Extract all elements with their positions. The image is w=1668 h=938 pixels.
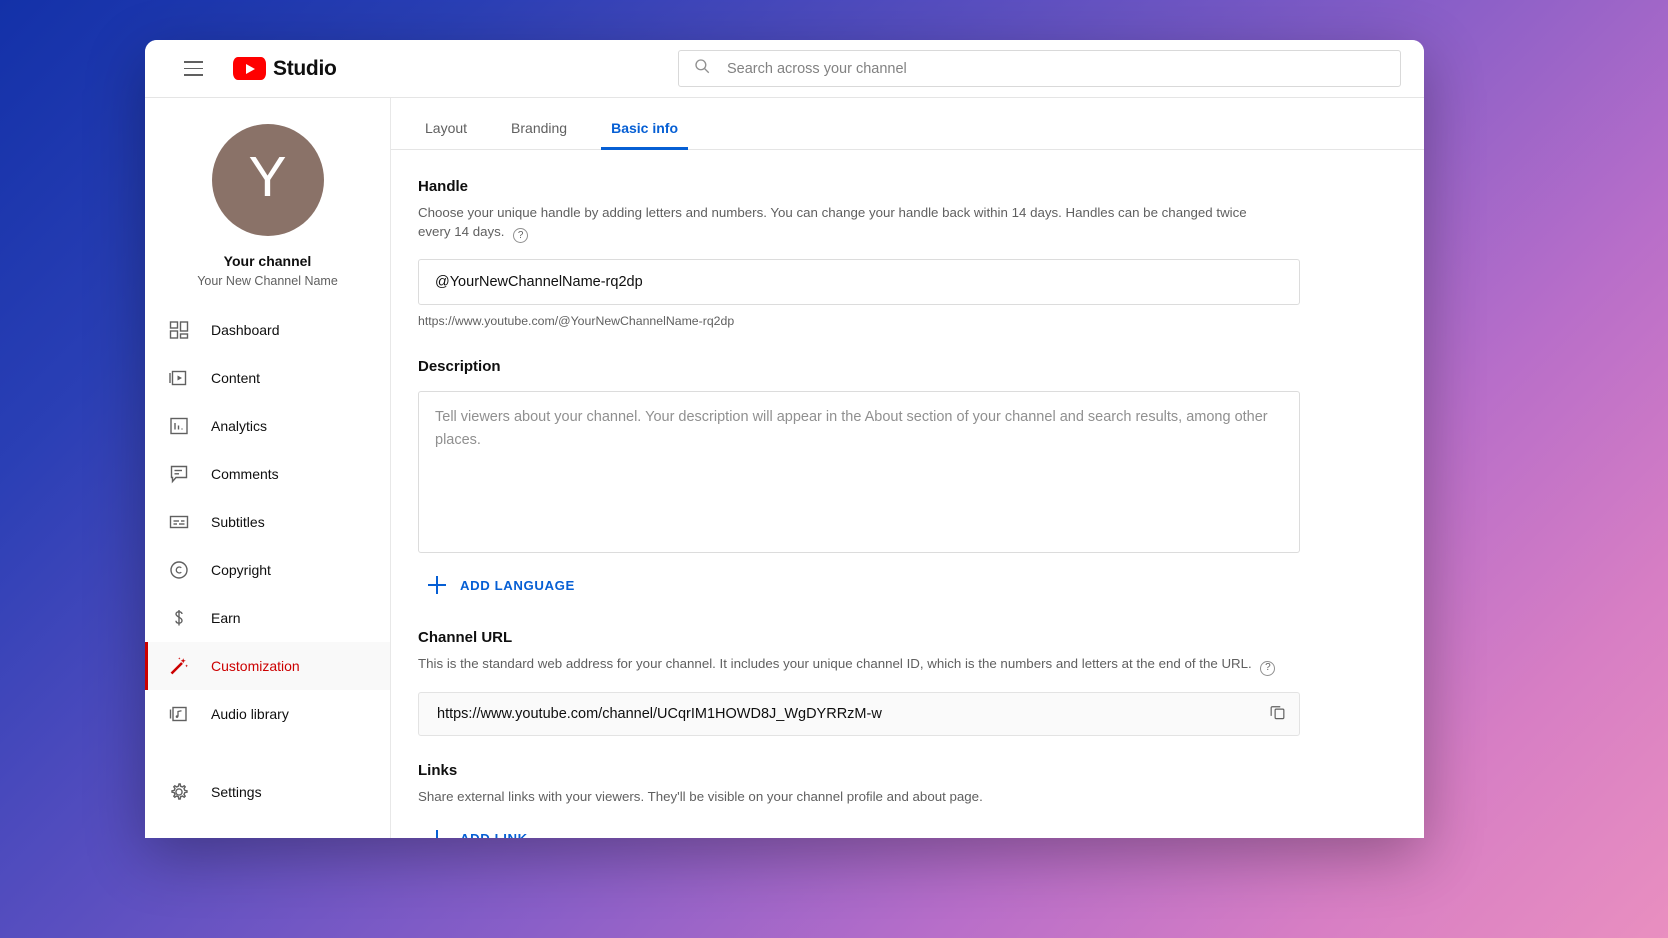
channel-title: Your channel	[224, 253, 312, 269]
tab-basic-info[interactable]: Basic info	[589, 120, 700, 149]
sidebar-item-label: Subtitles	[211, 515, 265, 529]
description-title: Description	[418, 358, 1300, 375]
handle-description: Choose your unique handle by adding lett…	[418, 204, 1280, 243]
audio-note-icon	[167, 702, 191, 726]
plus-icon	[428, 576, 446, 594]
help-question-icon[interactable]: ?	[1260, 661, 1275, 676]
description-field[interactable]	[418, 391, 1300, 553]
description-textarea[interactable]	[435, 406, 1283, 538]
sidebar-item-dashboard[interactable]: Dashboard	[145, 306, 390, 354]
channel-name: Your New Channel Name	[197, 274, 338, 288]
search-icon	[693, 57, 711, 80]
sidebar-item-label: Earn	[211, 611, 241, 625]
sidebar: Y Your channel Your New Channel Name Das…	[145, 98, 391, 838]
search-container	[678, 50, 1401, 87]
avatar[interactable]: Y	[212, 124, 324, 236]
dashboard-grid-icon	[167, 318, 191, 342]
add-link-button[interactable]: ADD LINK	[418, 821, 542, 838]
handle-field[interactable]	[418, 259, 1300, 305]
sidebar-item-settings[interactable]: Settings	[145, 768, 390, 816]
tab-layout[interactable]: Layout	[403, 120, 489, 149]
channel-url-title: Channel URL	[418, 629, 1300, 646]
help-question-icon[interactable]: ?	[513, 228, 528, 243]
comments-bubble-icon	[167, 462, 191, 486]
magic-wand-icon	[167, 654, 191, 678]
sidebar-item-label: Comments	[211, 467, 279, 481]
links-description: Share external links with your viewers. …	[418, 788, 1280, 807]
content-inner: Handle Choose your unique handle by addi…	[418, 178, 1300, 838]
add-language-button[interactable]: ADD LANGUAGE	[418, 567, 589, 603]
handle-input[interactable]	[435, 274, 1283, 290]
sidebar-item-comments[interactable]: Comments	[145, 450, 390, 498]
sidebar-item-label: Audio library	[211, 707, 289, 721]
add-language-label: ADD LANGUAGE	[460, 578, 575, 593]
sidebar-item-subtitles[interactable]: Subtitles	[145, 498, 390, 546]
channel-block: Y Your channel Your New Channel Name	[145, 124, 390, 306]
handle-description-text: Choose your unique handle by adding lett…	[418, 205, 1247, 239]
channel-url-value: https://www.youtube.com/channel/UCqrIM1H…	[437, 706, 1268, 722]
description-section: Description ADD LANGUAGE	[418, 358, 1300, 603]
plus-icon	[428, 830, 446, 838]
top-bar: Studio	[145, 40, 1424, 98]
main-panel: Layout Branding Basic info Handle Choose…	[391, 98, 1424, 838]
hamburger-menu-icon[interactable]	[173, 49, 213, 89]
channel-url-field[interactable]: https://www.youtube.com/channel/UCqrIM1H…	[418, 692, 1300, 736]
handle-url-preview: https://www.youtube.com/@YourNewChannelN…	[418, 314, 1300, 328]
sidebar-nav: Dashboard Content	[145, 306, 390, 738]
sidebar-item-label: Dashboard	[211, 323, 280, 337]
tab-branding[interactable]: Branding	[489, 120, 589, 149]
channel-url-description-text: This is the standard web address for you…	[418, 656, 1252, 671]
settings-content: Handle Choose your unique handle by addi…	[391, 150, 1424, 838]
links-section: Links Share external links with your vie…	[418, 762, 1300, 838]
handle-title: Handle	[418, 178, 1300, 195]
sidebar-item-audio-library[interactable]: Audio library	[145, 690, 390, 738]
add-link-label: ADD LINK	[460, 831, 528, 838]
search-input[interactable]	[727, 61, 1386, 77]
sidebar-item-label: Content	[211, 371, 260, 385]
content-video-icon	[167, 366, 191, 390]
sidebar-item-label: Customization	[211, 659, 300, 673]
copy-icon[interactable]	[1268, 702, 1287, 726]
tab-bar: Layout Branding Basic info	[391, 98, 1424, 150]
sidebar-item-earn[interactable]: Earn	[145, 594, 390, 642]
gear-icon	[167, 780, 191, 804]
sidebar-item-copyright[interactable]: Copyright	[145, 546, 390, 594]
sidebar-item-analytics[interactable]: Analytics	[145, 402, 390, 450]
sidebar-item-label: Copyright	[211, 563, 271, 577]
links-title: Links	[418, 762, 1300, 779]
channel-url-section: Channel URL This is the standard web add…	[418, 629, 1300, 736]
youtube-play-logo-icon	[233, 57, 266, 80]
search-box[interactable]	[678, 50, 1401, 87]
earn-dollar-icon	[167, 606, 191, 630]
copyright-circle-icon	[167, 558, 191, 582]
handle-section: Handle Choose your unique handle by addi…	[418, 178, 1300, 328]
sidebar-item-label: Analytics	[211, 419, 267, 433]
channel-url-description: This is the standard web address for you…	[418, 655, 1280, 676]
body-split: Y Your channel Your New Channel Name Das…	[145, 98, 1424, 838]
analytics-bar-chart-icon	[167, 414, 191, 438]
sidebar-item-label: Settings	[211, 785, 262, 799]
studio-logo[interactable]: Studio	[233, 57, 337, 81]
sidebar-item-customization[interactable]: Customization	[145, 642, 390, 690]
subtitles-caption-icon	[167, 510, 191, 534]
brand-label: Studio	[273, 57, 337, 81]
studio-window: Studio Y Your channel Your New Channel N…	[145, 40, 1424, 838]
sidebar-item-content[interactable]: Content	[145, 354, 390, 402]
